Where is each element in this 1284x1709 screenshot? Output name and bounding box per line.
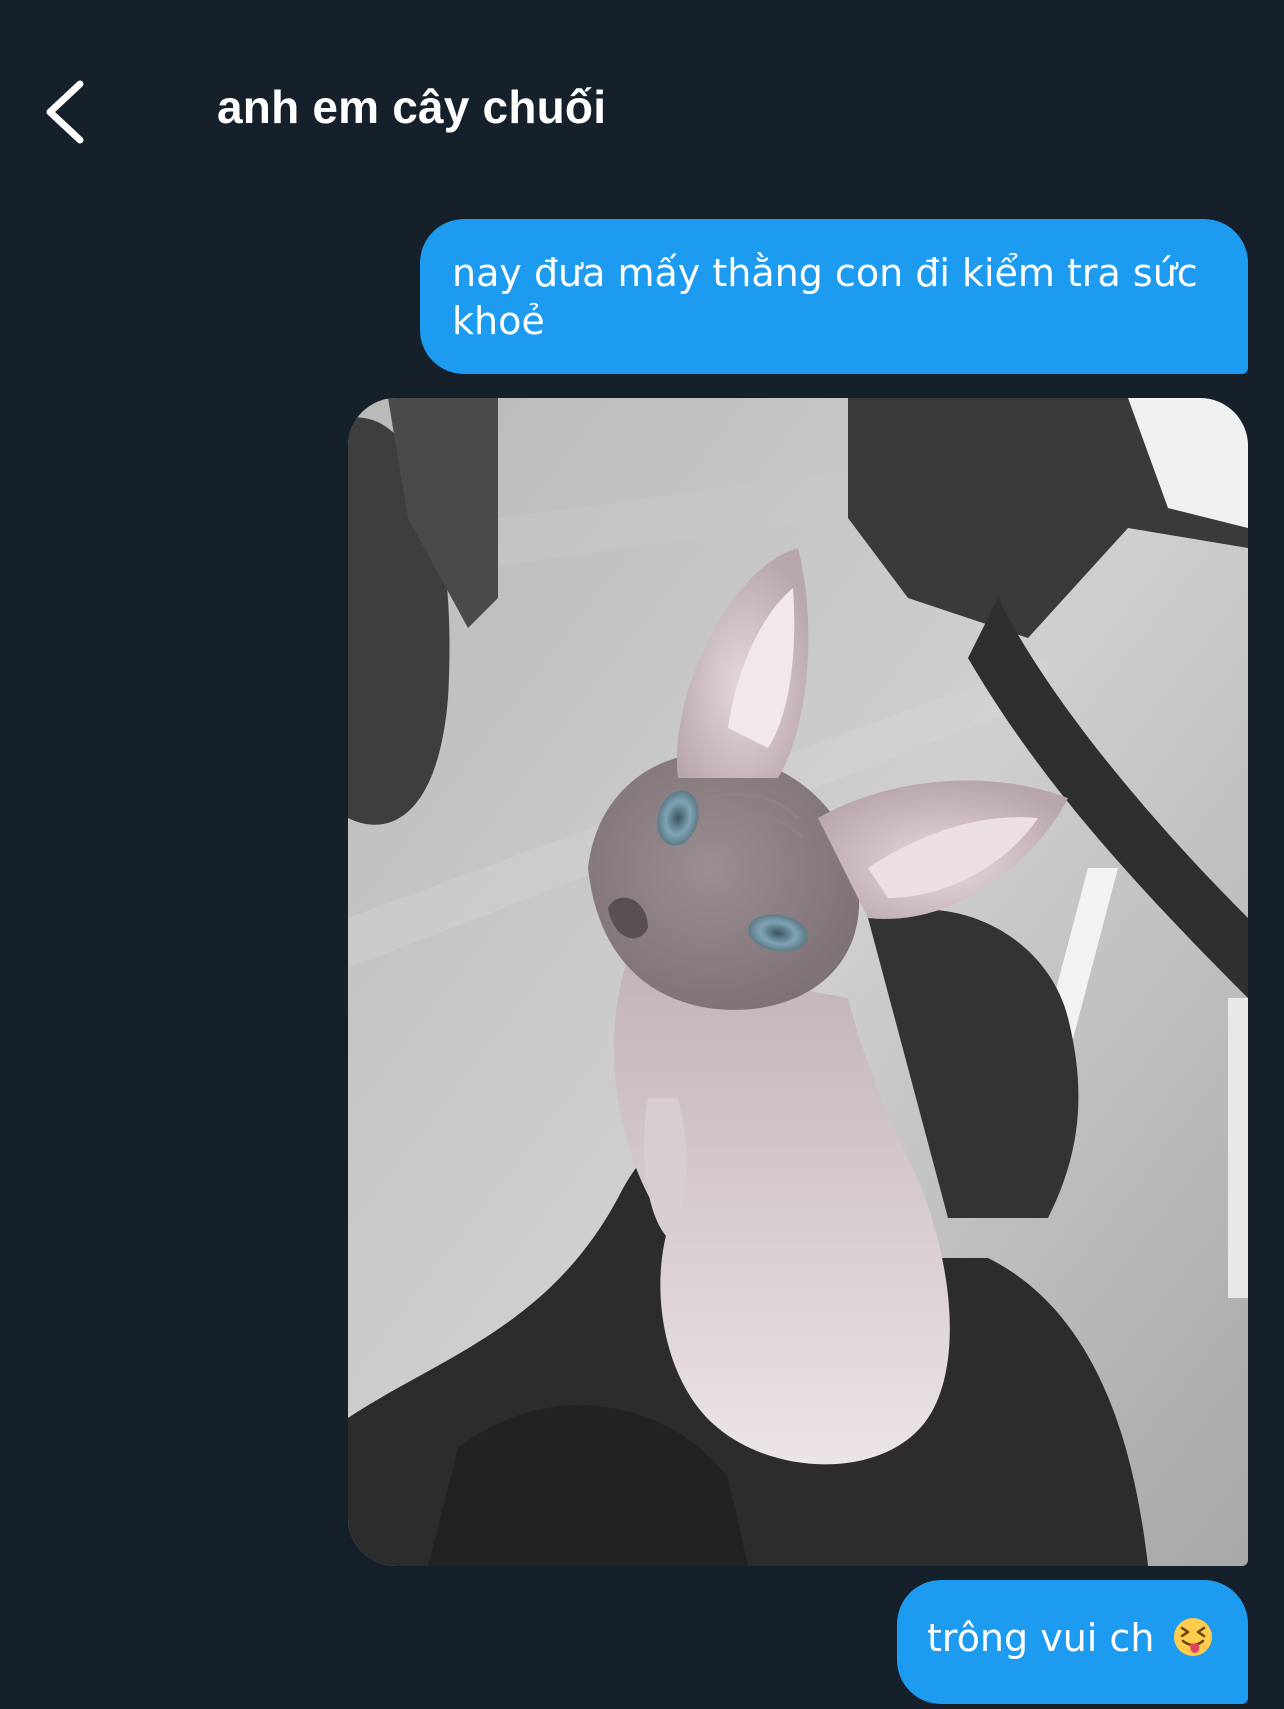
message-bubble[interactable]: trông vui ch xyxy=(897,1580,1248,1704)
cat-photo-image xyxy=(348,398,1248,1566)
message-photo[interactable] xyxy=(348,398,1248,1566)
message-text: trông vui ch xyxy=(927,1616,1155,1660)
chevron-left-icon xyxy=(46,80,84,144)
conversation-title: anh em cây chuối xyxy=(217,81,607,133)
back-button[interactable] xyxy=(38,72,98,152)
squinting-face-with-tongue-icon xyxy=(1173,1617,1213,1657)
chat-header: anh em cây chuối xyxy=(0,0,1284,200)
message-bubble[interactable]: nay đưa mấy thằng con đi kiểm tra sức kh… xyxy=(420,219,1248,374)
message-text: nay đưa mấy thằng con đi kiểm tra sức kh… xyxy=(452,251,1198,343)
